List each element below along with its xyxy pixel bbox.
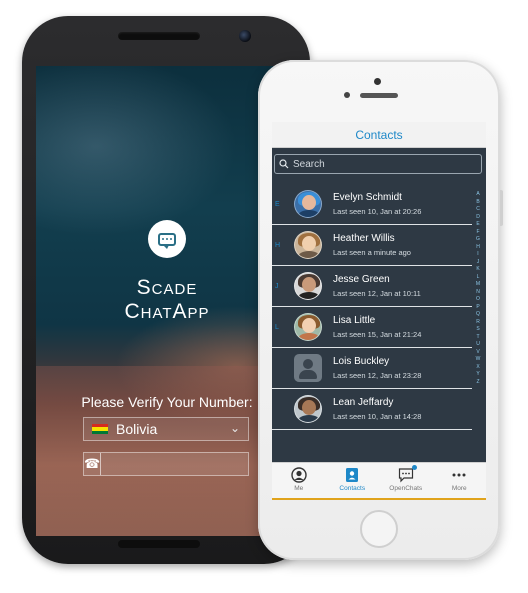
- iphone-earpiece: [360, 93, 398, 98]
- contact-row[interactable]: J Jesse Green Last seen 12, Jan at 10:11: [272, 266, 472, 307]
- contact-row[interactable]: Lois Buckley Last seen 12, Jan at 23:28: [272, 348, 472, 389]
- tab-contacts[interactable]: Contacts: [326, 463, 380, 500]
- alphabet-index-letter[interactable]: R: [476, 319, 480, 327]
- alphabet-index-letter[interactable]: Q: [476, 311, 480, 319]
- contact-row[interactable]: L Lisa Little Last seen 15, Jan at 21:24: [272, 307, 472, 348]
- default-avatar-icon: [294, 354, 322, 382]
- contact-name: Heather Willis: [333, 233, 395, 244]
- alphabet-index-letter[interactable]: E: [476, 221, 479, 229]
- alphabet-index-letter[interactable]: U: [476, 341, 480, 349]
- contact-last-seen: Last seen 10, Jan at 20:26: [333, 207, 422, 216]
- notification-dot: [411, 465, 417, 470]
- contact-last-seen: Last seen 10, Jan at 14:28: [333, 412, 422, 421]
- alphabet-index-letter[interactable]: S: [476, 326, 479, 334]
- search-field[interactable]: [274, 154, 482, 174]
- section-letter: J: [275, 282, 279, 290]
- alphabet-index-letter[interactable]: D: [476, 214, 480, 222]
- tab-label: Contacts: [339, 485, 366, 492]
- alphabet-index-letter[interactable]: I: [477, 251, 478, 259]
- android-earpiece: [118, 32, 200, 40]
- home-button[interactable]: [360, 510, 398, 548]
- alphabet-index[interactable]: ABCDEFGHIJKLMNOPQRSTUVWXYZ: [474, 191, 482, 386]
- contact-last-seen: Last seen 12, Jan at 23:28: [333, 371, 422, 380]
- contact-last-seen: Last seen 15, Jan at 21:24: [333, 330, 422, 339]
- chevron-down-icon: ⌄: [229, 421, 240, 435]
- avatar: [294, 313, 322, 341]
- tab-label: More: [451, 485, 467, 492]
- alphabet-index-letter[interactable]: P: [476, 304, 479, 312]
- contact-list: E Evelyn Schmidt Last seen 10, Jan at 20…: [272, 184, 472, 430]
- nav-title: Contacts: [272, 122, 486, 148]
- alphabet-index-letter[interactable]: L: [477, 274, 480, 282]
- tab-bar-underline: [272, 498, 486, 500]
- contact-row[interactable]: E Evelyn Schmidt Last seen 10, Jan at 20…: [272, 184, 472, 225]
- bolivia-flag-icon: [92, 424, 108, 434]
- contact-name: Jesse Green: [333, 274, 390, 285]
- search-icon: [279, 159, 289, 169]
- search-input[interactable]: [293, 158, 481, 170]
- avatar: [294, 272, 322, 300]
- android-camera: [239, 30, 251, 42]
- alphabet-index-letter[interactable]: V: [476, 349, 479, 357]
- contact-name: Lisa Little: [333, 315, 376, 326]
- contact-last-seen: Last seen a minute ago: [333, 248, 411, 257]
- alphabet-index-letter[interactable]: K: [476, 266, 479, 274]
- contact-name: Lois Buckley: [333, 356, 390, 367]
- alphabet-index-letter[interactable]: G: [476, 236, 480, 244]
- alphabet-index-letter[interactable]: H: [476, 244, 480, 252]
- alphabet-index-letter[interactable]: W: [476, 356, 481, 364]
- iphone: Contacts E Evelyn Schmidt Last seen 10, …: [258, 60, 503, 560]
- alphabet-index-letter[interactable]: O: [476, 296, 480, 304]
- alphabet-index-letter[interactable]: C: [476, 206, 480, 214]
- section-letter: L: [275, 323, 279, 331]
- chat-bubble-icon: [148, 220, 186, 258]
- contact-name: Lean Jeffardy: [333, 397, 394, 408]
- alphabet-index-letter[interactable]: A: [476, 191, 479, 199]
- iphone-front-camera: [374, 78, 381, 85]
- more-icon: [452, 473, 466, 477]
- iphone-sensor: [344, 92, 350, 98]
- contact-row[interactable]: H Heather Willis Last seen a minute ago: [272, 225, 472, 266]
- section-letter: H: [275, 241, 281, 249]
- alphabet-index-letter[interactable]: N: [476, 289, 480, 297]
- contacts-icon: [346, 468, 359, 482]
- alphabet-index-letter[interactable]: Z: [476, 379, 479, 387]
- country-select-value: Bolivia: [116, 421, 158, 437]
- chat-icon: [398, 468, 413, 483]
- phone-icon: ☎: [84, 453, 102, 475]
- iphone-side-button: [500, 190, 503, 226]
- alphabet-index-letter[interactable]: M: [476, 281, 480, 289]
- country-select[interactable]: Bolivia ⌄: [83, 417, 249, 441]
- phone-number-field[interactable]: ☎ OK: [83, 452, 276, 476]
- tab-label: OpenChats: [389, 485, 423, 492]
- avatar: [294, 190, 322, 218]
- alphabet-index-letter[interactable]: F: [476, 229, 479, 237]
- alphabet-index-letter[interactable]: B: [476, 199, 479, 207]
- alphabet-index-letter[interactable]: T: [476, 334, 479, 342]
- section-letter: E: [275, 200, 280, 208]
- avatar: [294, 231, 322, 259]
- contact-name: Evelyn Schmidt: [333, 192, 402, 203]
- alphabet-index-letter[interactable]: Y: [476, 371, 479, 379]
- alphabet-index-letter[interactable]: J: [477, 259, 480, 267]
- contact-row[interactable]: Lean Jeffardy Last seen 10, Jan at 14:28: [272, 389, 472, 430]
- tab-label: Me: [294, 485, 304, 492]
- android-bottom-speaker: [118, 540, 200, 548]
- iphone-screen: Contacts E Evelyn Schmidt Last seen 10, …: [272, 122, 486, 500]
- avatar: [294, 395, 322, 423]
- alphabet-index-letter[interactable]: X: [476, 364, 479, 372]
- contact-last-seen: Last seen 12, Jan at 10:11: [333, 289, 421, 298]
- tab-more[interactable]: More: [433, 463, 487, 500]
- tab-bar: Me Contacts OpenChats More: [272, 462, 486, 500]
- tab-openchats[interactable]: OpenChats: [379, 463, 433, 500]
- tab-me[interactable]: Me: [272, 463, 326, 500]
- phone-number-input[interactable]: [101, 453, 261, 475]
- user-icon: [291, 467, 307, 483]
